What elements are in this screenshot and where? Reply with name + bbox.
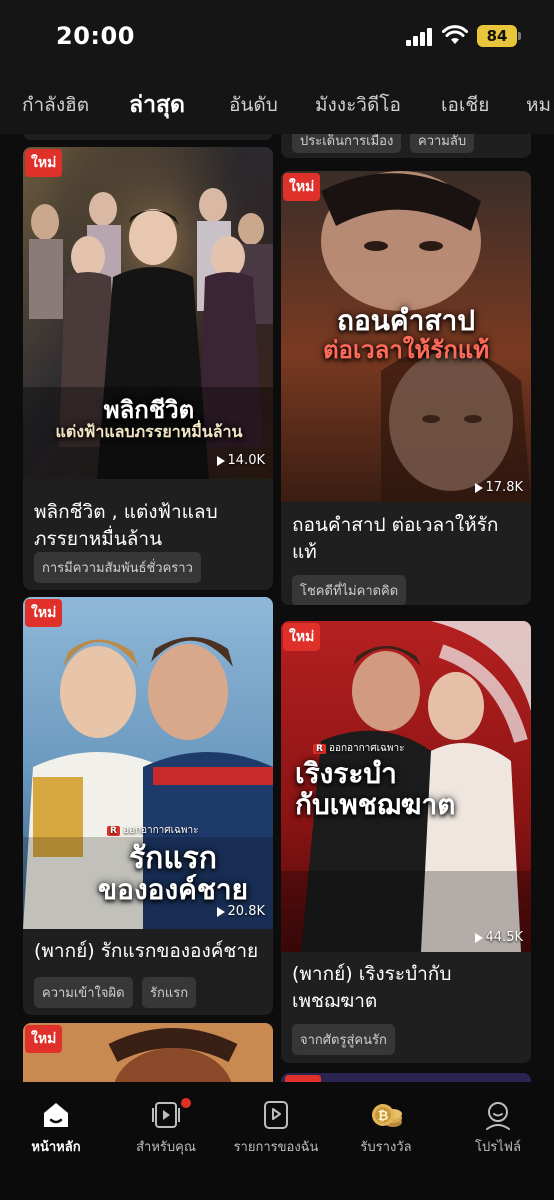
playlist-icon <box>264 1101 288 1129</box>
drama-card[interactable]: พลิกชีวิต แต่งฟ้าแลบภรรยาหมื่นล้าน ใหม่ … <box>23 147 273 590</box>
view-count: 14.0K <box>216 453 265 468</box>
tag[interactable]: จากศัตรูสู่คนรัก <box>292 1024 395 1055</box>
poster-title: รักแรก ขององค์ชาย <box>98 841 248 906</box>
wifi-icon <box>442 25 468 44</box>
poster-title: ถอนคำสาป ต่อเวลาให้รักแท้ <box>322 304 490 364</box>
tag[interactable]: ความลับ <box>410 134 475 153</box>
play-icon <box>216 906 225 917</box>
nav-for-you[interactable]: สำหรับคุณ <box>111 1098 221 1157</box>
nav-rewards[interactable]: ₿ รับรางวัล <box>331 1098 441 1157</box>
svg-text:₿: ₿ <box>378 1109 389 1124</box>
new-badge: ใหม่ <box>25 149 63 177</box>
play-icon <box>216 455 225 466</box>
drama-feed[interactable]: ประเด็นการเมือง ความลับ พลิกชีวิต แต่งฟ้… <box>0 134 554 1082</box>
card-title[interactable]: พลิกชีวิต , แต่งฟ้าแลบภรรยาหมื่นล้าน <box>34 499 265 553</box>
exclusive-label: R ออกอากาศเฉพาะ <box>107 823 198 838</box>
drama-card[interactable]: R ออกอากาศเฉพาะ รักแรก ขององค์ชาย ใหม่ 2… <box>23 597 273 1015</box>
card-title[interactable]: (พากย์) รักแรกขององค์ชาย <box>34 938 265 965</box>
battery-indicator: 84 <box>477 25 517 47</box>
play-icon <box>474 482 483 493</box>
drama-card[interactable]: ถอนคำสาป ต่อเวลาให้รักแท้ ใหม่ 17.8K ถอน… <box>281 171 531 605</box>
new-badge: ใหม่ <box>25 1025 63 1053</box>
tab-asia[interactable]: เอเชีย <box>441 90 489 120</box>
poster-image[interactable] <box>281 1073 531 1082</box>
coins-icon: ₿ <box>372 1104 402 1127</box>
nav-home[interactable]: หน้าหลัก <box>1 1098 111 1157</box>
profile-icon <box>486 1102 510 1130</box>
view-count: 17.8K <box>474 480 523 495</box>
exclusive-label: R ออกอากาศเฉพาะ <box>313 741 404 756</box>
tab-more[interactable]: หม <box>526 90 551 120</box>
play-icon <box>474 932 483 943</box>
status-time: 20:00 <box>56 22 135 50</box>
tag[interactable]: โชคดีที่ไม่คาดคิด <box>292 575 407 605</box>
home-icon <box>44 1103 68 1127</box>
view-count: 20.8K <box>216 904 265 919</box>
poster-title: พลิกชีวิต แต่งฟ้าแลบภรรยาหมื่นล้าน <box>55 396 243 442</box>
status-bar: 20:00 84 <box>0 0 554 72</box>
nav-profile[interactable]: โปรไฟล์ <box>443 1098 553 1157</box>
tag[interactable]: รักแรก <box>142 977 197 1008</box>
poster-title: เริงระบำ กับเพชฌฆาต <box>295 757 456 821</box>
tab-ranking[interactable]: อันดับ <box>229 90 278 120</box>
tag[interactable]: ประเด็นการเมือง <box>292 134 402 153</box>
brand-logo-icon: R <box>107 825 120 836</box>
tab-latest[interactable]: ล่าสุด <box>129 87 185 123</box>
partial-card-left[interactable] <box>23 134 273 140</box>
nav-my-list[interactable]: รายการของฉัน <box>221 1098 331 1157</box>
tag[interactable]: การมีความสัมพันธ์ชั่วคราว <box>34 552 201 583</box>
signal-icon <box>406 28 434 46</box>
card-title[interactable]: (พากย์) เริงระบำกับเพชฌฆาต <box>292 961 523 1015</box>
tab-trending[interactable]: กำลังฮิต <box>22 90 89 120</box>
new-badge: ใหม่ <box>283 623 321 651</box>
battery-tip <box>518 32 521 40</box>
bottom-navigation: หน้าหลัก สำหรับคุณ รายการของฉัน ₿ รับราง… <box>0 1082 554 1200</box>
new-badge: ใหม่ <box>283 173 321 201</box>
drama-card[interactable]: ใหม่ <box>23 1023 273 1082</box>
category-tabs: กำลังฮิต ล่าสุด อันดับ มังงะวิดีโอ เอเชี… <box>0 72 554 134</box>
card-title[interactable]: ถอนคำสาป ต่อเวลาให้รักแท้ <box>292 512 523 566</box>
view-count: 44.5K <box>474 930 523 945</box>
partial-card-right[interactable]: ประเด็นการเมือง ความลับ <box>281 134 531 158</box>
new-badge: ใหม่ <box>25 599 63 627</box>
tag[interactable]: ความเข้าใจผิด <box>34 977 133 1008</box>
notification-dot <box>181 1098 191 1108</box>
tab-manga-video[interactable]: มังงะวิดีโอ <box>315 90 401 120</box>
video-icon <box>152 1102 180 1128</box>
drama-card[interactable]: R ออกอากาศเฉพาะ เริงระบำ กับเพชฌฆาต ใหม่… <box>281 621 531 1063</box>
brand-logo-icon: R <box>313 743 326 754</box>
drama-card[interactable] <box>281 1073 531 1082</box>
